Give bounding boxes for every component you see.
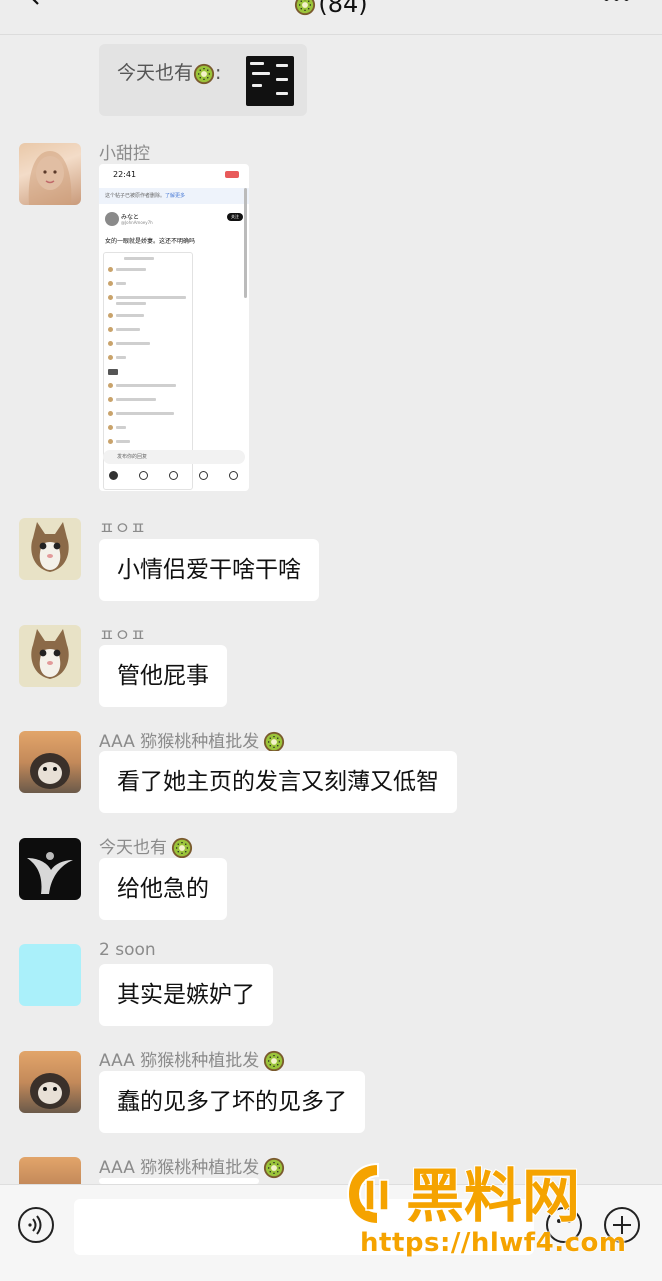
image-message[interactable]: 22:41 这个帖子已被原作者删除。了解更多 みなと @JohnAmoey7h … — [99, 164, 249, 491]
kiwi-icon — [294, 0, 316, 16]
quoted-image-thumbnail[interactable] — [246, 56, 294, 106]
kiwi-icon — [263, 1157, 285, 1179]
follow-button: 关注 — [227, 213, 243, 221]
battery-icon — [225, 171, 239, 178]
sender-name: 小甜控 — [99, 144, 150, 164]
screenshot-tabbar — [99, 471, 249, 483]
scrollbar — [244, 188, 247, 298]
chat-header: (84) — [0, 0, 662, 35]
screenshot-notice: 这个帖子已被原作者删除。了解更多 — [99, 188, 249, 204]
voice-icon[interactable] — [18, 1207, 54, 1243]
message-bubble[interactable]: 小情侣爱干啥干啥 — [99, 539, 319, 601]
sender-name: ㅍㅇㅍ — [99, 626, 146, 646]
emoji-icon[interactable] — [546, 1207, 582, 1243]
sender-name: 2 soon — [99, 940, 156, 960]
message-bubble[interactable]: 看了她主页的发言又刻薄又低智 — [99, 751, 457, 813]
sender-name: 今天也有 — [99, 833, 193, 859]
avatar[interactable] — [19, 143, 81, 205]
message-bubble[interactable]: 给他急的 — [99, 858, 227, 920]
avatar[interactable] — [19, 625, 81, 687]
kiwi-icon — [263, 731, 285, 753]
post-text: 女的一眼就是娇妻。这还不明确吗 — [105, 238, 196, 245]
chat-title: (84) — [0, 0, 662, 18]
message-bubble[interactable]: 管他屁事 — [99, 645, 227, 707]
sender-name: ㅍㅇㅍ — [99, 519, 146, 539]
reply-field: 发布你的回复 — [103, 450, 245, 464]
avatar[interactable] — [19, 1051, 81, 1113]
input-bar — [0, 1184, 662, 1281]
sender-name: AAA 猕猴桃种植批发 — [99, 727, 285, 753]
message-bubble[interactable]: 蠢的见多了坏的见多了 — [99, 1071, 365, 1133]
avatar[interactable] — [19, 838, 81, 900]
kiwi-icon — [193, 63, 215, 85]
screenshot-time: 22:41 — [113, 170, 137, 179]
message-input[interactable] — [74, 1199, 534, 1255]
post-handle: @JohnAmoey7h — [121, 220, 153, 225]
avatar[interactable] — [19, 944, 81, 1006]
kiwi-icon — [263, 1050, 285, 1072]
more-options-icon[interactable] — [604, 0, 634, 4]
quoted-message[interactable]: 今天也有: — [99, 44, 307, 116]
sender-name: AAA 猕猴桃种植批发 — [99, 1046, 285, 1072]
member-count: (84) — [318, 0, 368, 18]
sender-name: AAA 猕猴桃种植批发 — [99, 1153, 285, 1179]
avatar[interactable] — [19, 518, 81, 580]
plus-icon[interactable] — [604, 1207, 640, 1243]
quoted-text: 今天也有: — [117, 62, 222, 85]
message-bubble[interactable]: 其实是嫉妒了 — [99, 964, 273, 1026]
post-avatar — [105, 212, 119, 226]
kiwi-icon — [171, 837, 193, 859]
avatar[interactable] — [19, 731, 81, 793]
avatar[interactable] — [19, 1157, 81, 1184]
